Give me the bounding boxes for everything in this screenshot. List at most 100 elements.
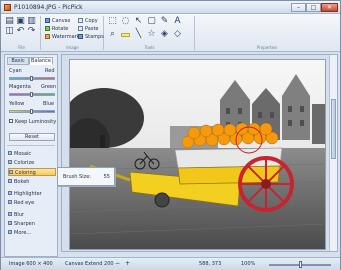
yellow-blue-slider[interactable] bbox=[9, 109, 55, 114]
bokeh-icon bbox=[8, 179, 12, 183]
paste-label: Paste bbox=[85, 26, 99, 32]
zoom-in-icon[interactable]: + bbox=[125, 260, 130, 267]
filter-label: Sharpen bbox=[14, 221, 35, 227]
new-file-icon[interactable]: ◫ bbox=[5, 27, 14, 36]
filter-label: Coloring bbox=[15, 170, 36, 176]
select-rect-icon[interactable]: ⬚ bbox=[108, 17, 117, 26]
filter-red-eye[interactable]: Red eye bbox=[8, 199, 56, 207]
text-icon[interactable]: A bbox=[173, 17, 182, 26]
checkbox-icon[interactable] bbox=[9, 119, 13, 123]
stamps-label: Stamps bbox=[85, 34, 104, 40]
filter-label: Colorize bbox=[14, 160, 35, 166]
filter-sharpen[interactable]: Sharpen bbox=[8, 220, 56, 228]
copy-command[interactable]: Copy bbox=[78, 18, 98, 25]
maximize-button[interactable]: □ bbox=[306, 3, 321, 12]
filter-label: Bokeh bbox=[14, 179, 30, 185]
filter-blur[interactable]: Blur bbox=[8, 211, 56, 219]
slider-knob[interactable] bbox=[30, 92, 33, 97]
redo-icon[interactable]: ↷ bbox=[27, 27, 36, 36]
canvas-icon bbox=[45, 18, 50, 23]
mosaic-icon bbox=[8, 151, 12, 155]
image-size-status: Image 600 × 400 bbox=[9, 261, 53, 267]
watermark-icon bbox=[45, 34, 50, 39]
filter-label: Mosaic bbox=[14, 151, 32, 157]
print-icon[interactable]: ▥ bbox=[27, 17, 36, 26]
filter-bokeh[interactable]: Bokeh bbox=[8, 178, 56, 186]
canvas-command[interactable]: Canvas bbox=[45, 18, 70, 25]
group-label-properties: Properties bbox=[256, 45, 278, 50]
copy-label: Copy bbox=[85, 18, 98, 24]
filter-highlighter[interactable]: Highlighter bbox=[8, 190, 56, 198]
shape-icon[interactable]: ▢ bbox=[147, 17, 156, 26]
filter-colorize[interactable]: Colorize bbox=[8, 159, 56, 167]
sharpen-icon bbox=[8, 221, 12, 225]
star-icon[interactable]: ☆ bbox=[147, 30, 156, 39]
lasso-icon[interactable]: ◌ bbox=[121, 17, 130, 26]
slider-knob[interactable] bbox=[30, 109, 33, 114]
fill-bucket-icon[interactable]: ◈ bbox=[160, 30, 169, 39]
canvas-label: Canvas bbox=[52, 18, 71, 24]
rotate-label: Rotate bbox=[52, 26, 69, 32]
brush-size-popup: Brush Size: 55 bbox=[57, 167, 115, 186]
magenta-green-slider[interactable] bbox=[9, 92, 55, 97]
rotate-icon bbox=[45, 26, 50, 31]
pen-icon[interactable]: ✎ bbox=[160, 17, 169, 26]
red-eye-icon bbox=[8, 200, 12, 204]
effects-panel: Basic Balance Cyan Red Magenta Green Yel… bbox=[4, 54, 58, 257]
filter-label: Red eye bbox=[14, 200, 35, 206]
label-green: Green bbox=[41, 84, 57, 90]
close-button[interactable]: ✕ bbox=[321, 3, 338, 12]
filter-label: Highlighter bbox=[14, 191, 42, 197]
slider-knob[interactable] bbox=[30, 76, 33, 81]
tab-balance[interactable]: Balance bbox=[29, 57, 53, 65]
save-icon[interactable]: ▣ bbox=[16, 17, 25, 26]
minimize-button[interactable]: – bbox=[291, 3, 306, 12]
blur-icon bbox=[8, 212, 12, 216]
tab-basic[interactable]: Basic bbox=[7, 57, 29, 65]
zoom-out-icon[interactable]: − bbox=[115, 260, 120, 267]
coloring-icon bbox=[9, 170, 13, 174]
photo-image[interactable] bbox=[69, 59, 326, 250]
divider bbox=[7, 145, 55, 146]
rotate-command[interactable]: Rotate bbox=[45, 26, 68, 33]
filter-label: More... bbox=[14, 230, 32, 236]
eraser-icon[interactable]: ◇ bbox=[173, 30, 182, 39]
line-icon[interactable]: ╲ bbox=[134, 30, 143, 39]
brush-size-field[interactable]: Brush Size: 55 bbox=[63, 173, 112, 181]
title-bar: P1010894.JPG - PicPick – □ ✕ bbox=[1, 1, 340, 14]
highlighter-filter-icon bbox=[8, 191, 12, 195]
cyan-red-slider[interactable] bbox=[9, 76, 55, 81]
filter-mosaic[interactable]: Mosaic bbox=[8, 150, 56, 158]
watermark-command[interactable]: Watermark bbox=[45, 34, 80, 41]
ribbon-group-tools: ⬚ ◌ ↖ ▢ ✎ A ⌕ ╲ ☆ ◈ ◇ Tools bbox=[105, 16, 195, 50]
zoom-icon[interactable]: ⌕ bbox=[108, 30, 117, 39]
group-label-image: Image bbox=[66, 45, 79, 50]
colorize-icon bbox=[8, 160, 12, 164]
keep-luminosity-label: Keep Luminosity bbox=[15, 119, 57, 125]
highlighter-icon[interactable] bbox=[121, 33, 130, 37]
paste-icon bbox=[78, 26, 83, 31]
arrow-icon[interactable]: ↖ bbox=[134, 17, 143, 26]
filter-more[interactable]: More... bbox=[8, 229, 56, 237]
ribbon-group-file: ▤ ▣ ▥ ◫ ↶ ↷ File bbox=[3, 16, 41, 50]
scrollbar-thumb[interactable] bbox=[331, 99, 336, 159]
reset-button[interactable]: Reset bbox=[9, 133, 55, 141]
label-magenta: Magenta bbox=[9, 84, 31, 90]
open-folder-icon[interactable]: ▤ bbox=[5, 17, 14, 26]
keep-luminosity-checkbox[interactable]: Keep Luminosity bbox=[9, 119, 56, 125]
undo-icon[interactable]: ↶ bbox=[16, 27, 25, 36]
copy-icon bbox=[78, 18, 83, 23]
vertical-scrollbar[interactable] bbox=[329, 55, 337, 251]
stamps-command[interactable]: Stamps bbox=[78, 34, 104, 41]
ribbon: ▤ ▣ ▥ ◫ ↶ ↷ File Canvas Rotate Watermark… bbox=[1, 14, 340, 52]
filter-coloring[interactable]: Coloring bbox=[8, 168, 56, 176]
paste-command[interactable]: Paste bbox=[78, 26, 99, 33]
brush-size-label: Brush Size: bbox=[63, 174, 91, 180]
more-icon bbox=[8, 230, 12, 234]
brush-size-value[interactable]: 55 bbox=[104, 173, 110, 181]
app-icon bbox=[4, 4, 11, 11]
zoom-slider-knob[interactable] bbox=[299, 261, 302, 268]
filter-label: Blur bbox=[14, 212, 25, 218]
label-red: Red bbox=[45, 68, 55, 74]
canvas-area[interactable] bbox=[61, 54, 338, 252]
